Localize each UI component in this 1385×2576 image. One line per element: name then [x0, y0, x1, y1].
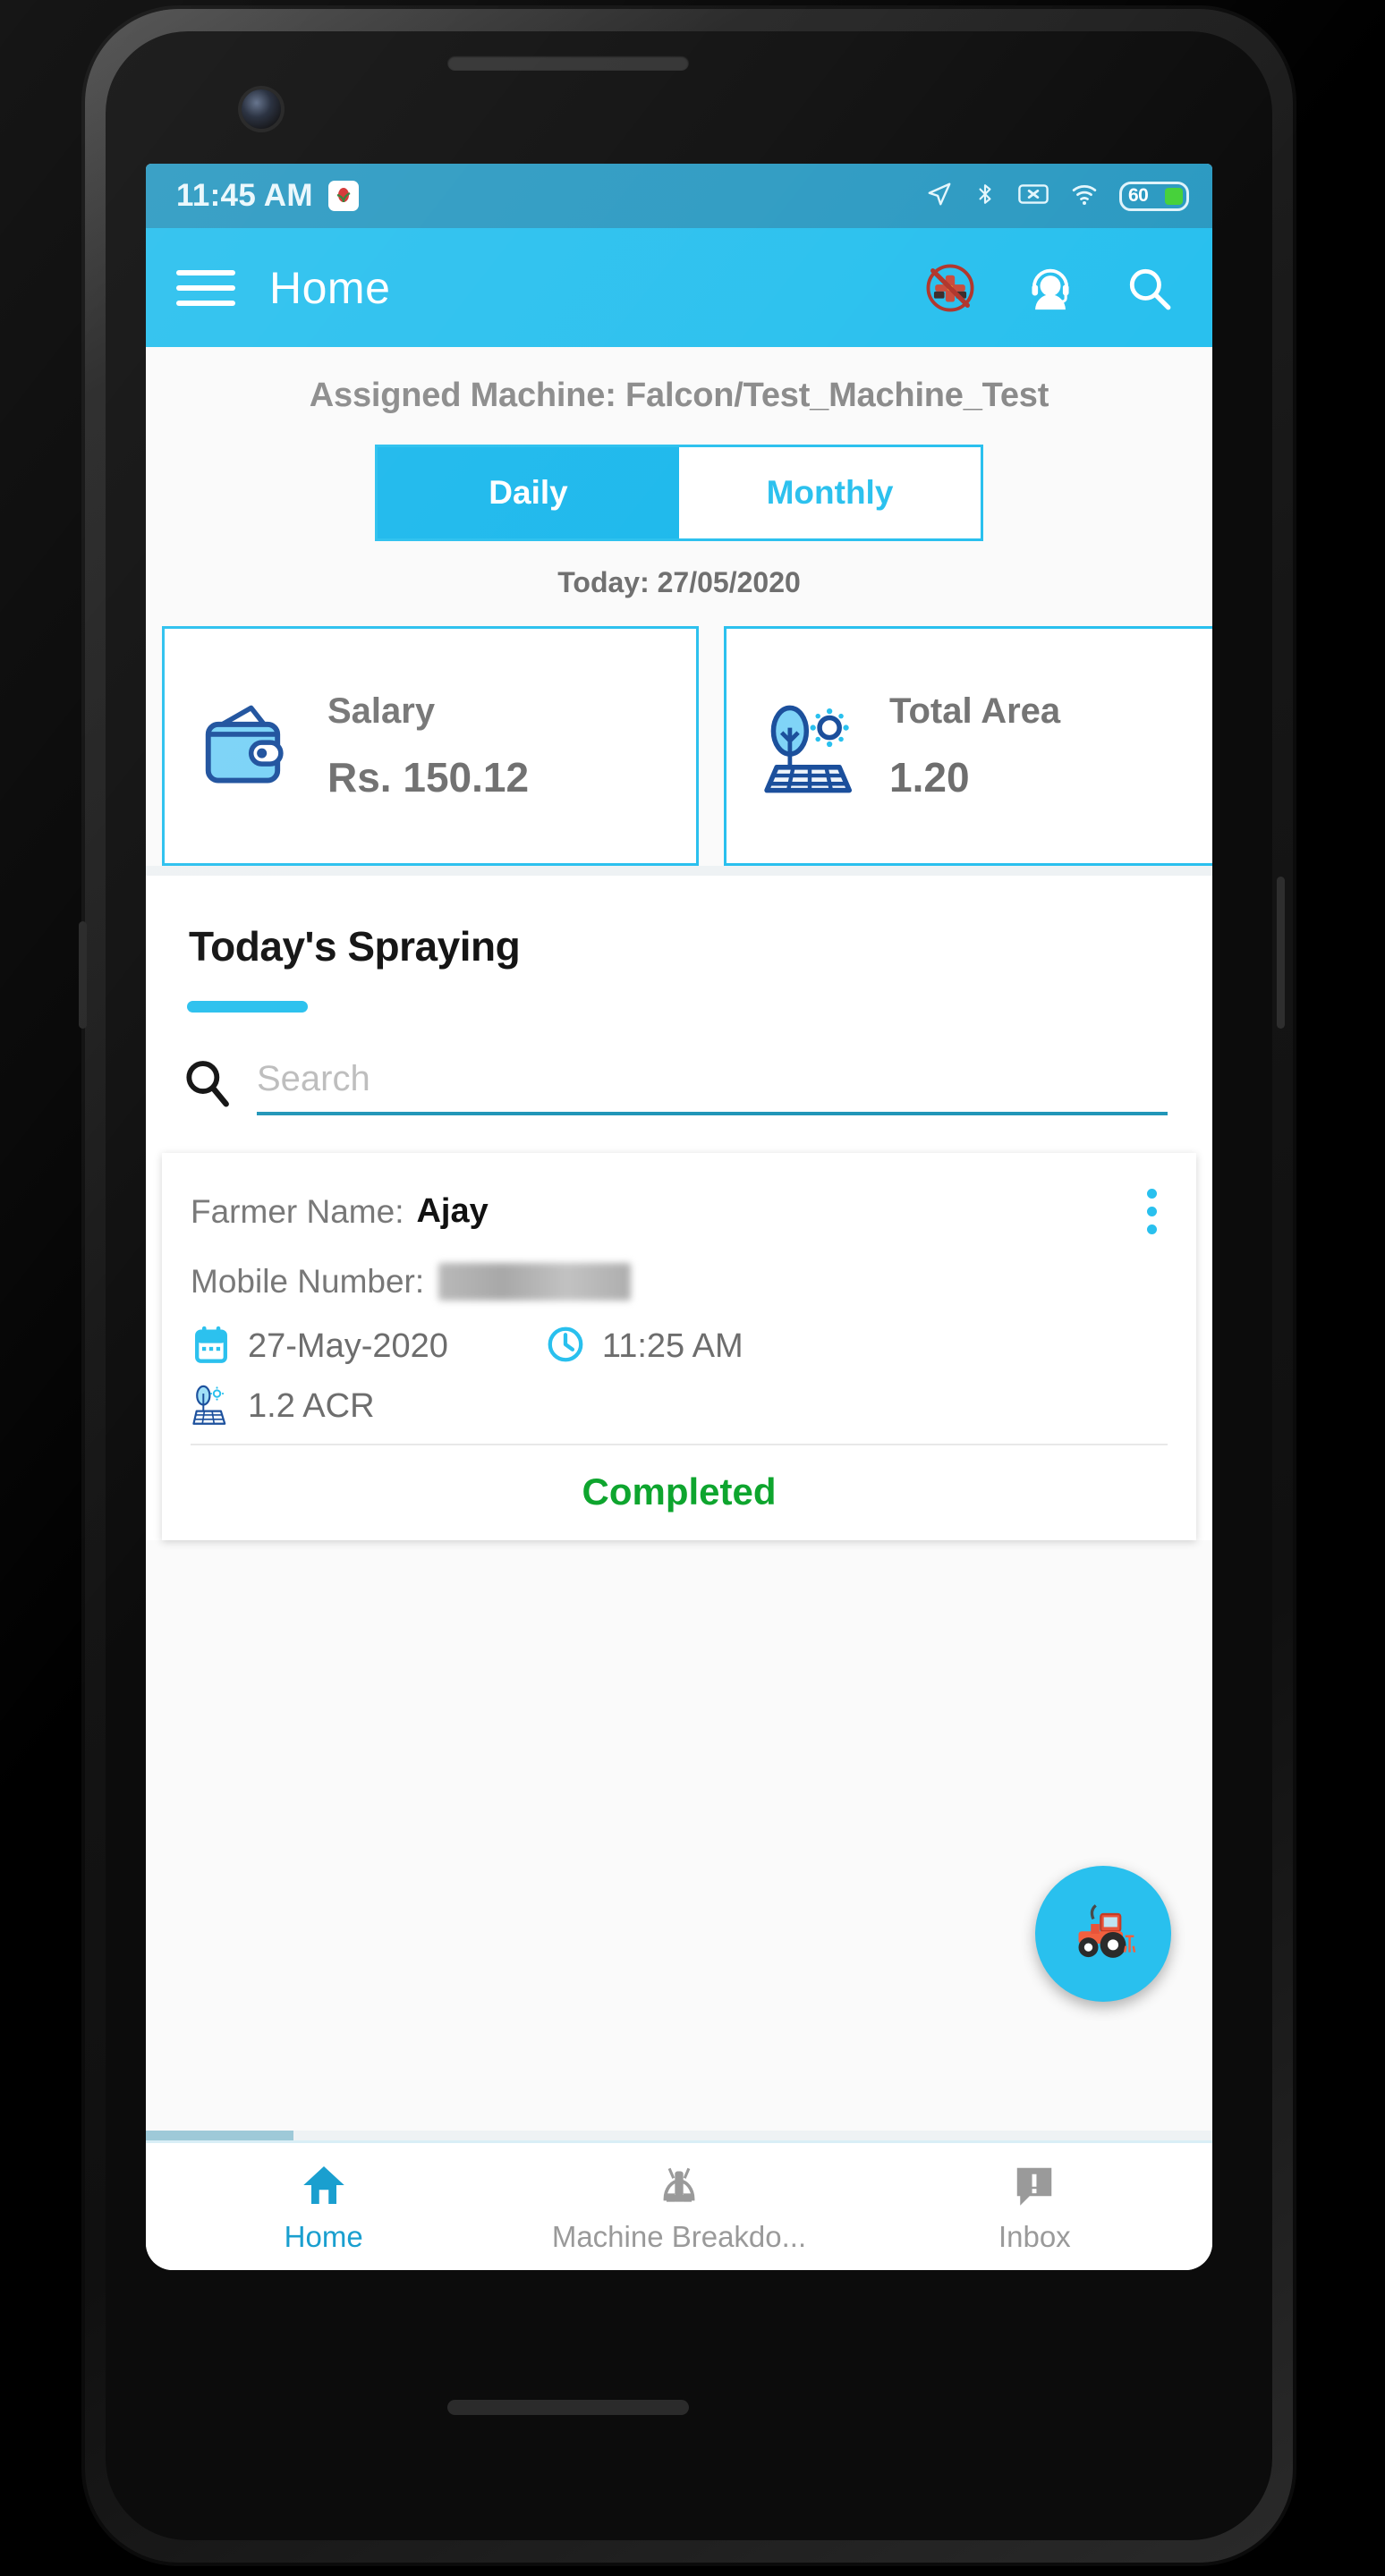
app-bar: Home: [146, 228, 1212, 347]
page-title: Home: [269, 262, 391, 313]
record-meta: 27-May-2020 11:25 AM 1.2 ACR: [162, 1301, 1196, 1445]
battery-level-text: 60: [1128, 185, 1149, 206]
status-badge: Completed: [582, 1470, 777, 1513]
section-underline: [187, 1001, 308, 1013]
kebab-menu-icon[interactable]: [1136, 1180, 1168, 1243]
stat-value: Rs. 150.12: [327, 753, 530, 801]
status-bar-clock: 11:45 AM: [176, 178, 313, 213]
stat-label: Salary: [327, 691, 436, 731]
volume-button[interactable]: [79, 921, 87, 1029]
solar-tree-icon: [191, 1382, 232, 1431]
stat-card-salary[interactable]: Salary Rs. 150.12: [162, 626, 699, 866]
tractor-icon[interactable]: [1035, 1866, 1171, 2002]
search-input[interactable]: [257, 1059, 1168, 1099]
power-button[interactable]: [1277, 877, 1285, 1029]
assigned-machine-label: Assigned Machine: Falcon/Test_Machine_Te…: [309, 377, 1049, 414]
support-agent-icon[interactable]: [1024, 262, 1076, 314]
search-icon[interactable]: [1123, 262, 1175, 314]
hamburger-menu-icon[interactable]: [176, 261, 235, 315]
mobile-number-row: Mobile Number:: [162, 1263, 1196, 1301]
battery-fill: [1165, 187, 1183, 205]
bottom-speaker: [447, 2400, 689, 2415]
app-notification-icon: [327, 181, 359, 211]
stat-card-total-area[interactable]: Total Area 1.20: [724, 626, 1212, 866]
status-bar-icons: 60: [926, 181, 1189, 212]
inbox-alert-icon: [1009, 2160, 1059, 2215]
record-date: 27-May-2020: [248, 1327, 448, 1365]
tab-monthly[interactable]: Monthly: [679, 447, 981, 538]
home-icon: [299, 2160, 349, 2215]
date-time-line: 27-May-2020 11:25 AM: [191, 1324, 1168, 1369]
record-time: 11:25 AM: [601, 1327, 743, 1365]
bottom-navigation: Home Machine Breakdo... Inbox: [146, 2140, 1212, 2270]
clock-icon: [545, 1324, 586, 1369]
solar-tree-icon: [757, 691, 862, 801]
mobile-number-redacted: [438, 1263, 632, 1301]
nav-item-inbox[interactable]: Inbox: [857, 2160, 1212, 2254]
front-camera: [242, 89, 281, 129]
today-date-label: Today: 27/05/2020: [557, 566, 801, 598]
nav-label: Home: [284, 2219, 363, 2253]
area-line: 1.2 ACR: [191, 1382, 1168, 1431]
search-row: [146, 1013, 1212, 1115]
search-input-wrapper[interactable]: [257, 1059, 1168, 1115]
main-content: Assigned Machine: Falcon/Test_Machine_Te…: [146, 347, 1212, 2140]
period-toggle: Daily Monthly: [375, 445, 983, 541]
wallet-icon: [195, 691, 301, 801]
tab-daily[interactable]: Daily: [378, 447, 679, 538]
machine-breakdown-icon[interactable]: [922, 260, 978, 316]
nav-item-machine-breakdown[interactable]: Machine Breakdo...: [501, 2160, 856, 2254]
farmer-name-label: Farmer Name:: [191, 1192, 404, 1230]
machine-breakdown-icon: [654, 2160, 704, 2215]
section-divider: [146, 866, 1212, 876]
calendar-icon: [191, 1324, 232, 1369]
stat-cards-carousel[interactable]: Salary Rs. 150.12 Total Area 1.20: [146, 599, 1212, 2140]
app-bar-actions: [922, 260, 1175, 316]
stat-value: 1.20: [889, 753, 970, 801]
bluetooth-icon: [973, 181, 997, 212]
nav-label: Inbox: [998, 2219, 1071, 2253]
todays-spraying-section: Today's Spraying Farmer Name: Ajay: [146, 876, 1212, 1540]
carousel-scrollbar-track[interactable]: [146, 2131, 1212, 2140]
carousel-scrollbar-thumb[interactable]: [146, 2131, 293, 2140]
section-title: Today's Spraying: [189, 923, 521, 970]
sim-card-off-icon: [1017, 181, 1049, 212]
spraying-record-card[interactable]: Farmer Name: Ajay Mobile Number: 27-May-…: [162, 1153, 1196, 1540]
nav-item-home[interactable]: Home: [146, 2160, 501, 2254]
earpiece-speaker: [447, 55, 689, 71]
stat-label: Total Area: [889, 691, 1061, 731]
farmer-name-value: Ajay: [416, 1192, 489, 1230]
battery-indicator: 60: [1119, 181, 1189, 211]
search-icon[interactable]: [180, 1055, 235, 1115]
location-arrow-icon: [926, 181, 953, 212]
phone-screen: 11:45 AM 60 Home Assigned Machine: Falco…: [146, 164, 1212, 2270]
mobile-number-label: Mobile Number:: [191, 1263, 425, 1300]
record-area: 1.2 ACR: [248, 1387, 375, 1425]
wifi-icon: [1070, 181, 1099, 212]
status-bar: 11:45 AM 60: [146, 164, 1212, 228]
farmer-name-row: Farmer Name: Ajay: [162, 1180, 1196, 1243]
nav-label: Machine Breakdo...: [551, 2219, 807, 2253]
